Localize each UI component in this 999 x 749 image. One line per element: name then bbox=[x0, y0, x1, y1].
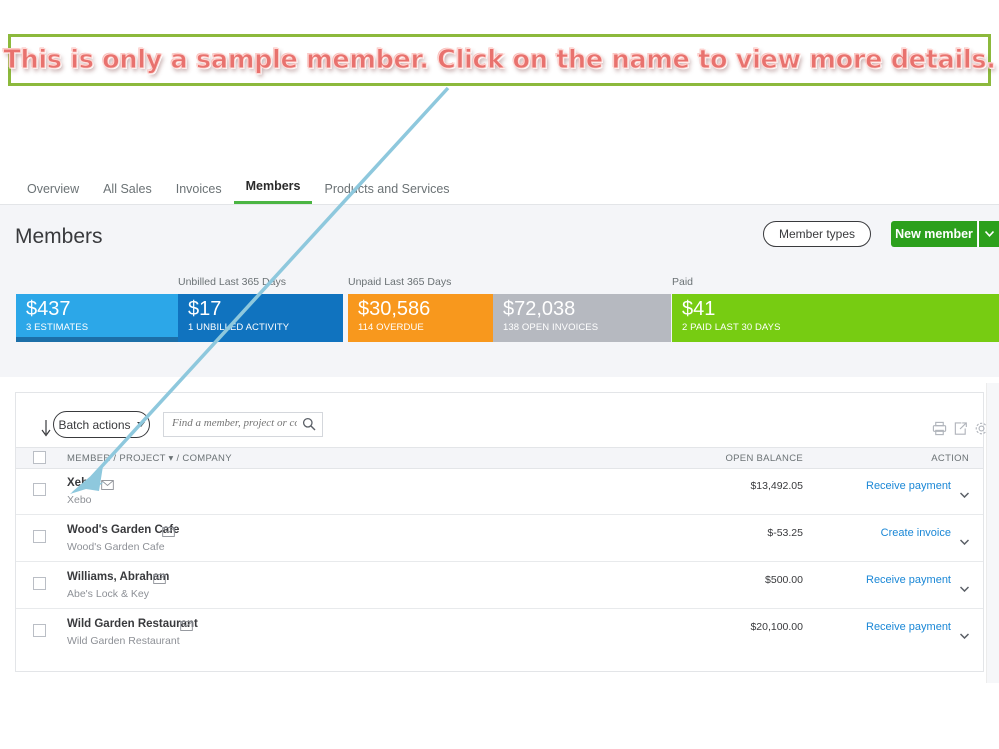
member-company: Abe's Lock & Key bbox=[67, 588, 149, 600]
batch-actions-button[interactable]: Batch actions bbox=[53, 411, 150, 438]
tab-products-and-services[interactable]: Products and Services bbox=[312, 182, 461, 204]
chevron-down-icon bbox=[984, 228, 994, 240]
tab-invoices[interactable]: Invoices bbox=[164, 182, 234, 204]
chevron-down-icon bbox=[136, 422, 145, 427]
moneybar-subtitle: 1 UNBILLED ACTIVITY bbox=[188, 322, 290, 333]
vertical-scrollbar[interactable] bbox=[986, 383, 999, 683]
table-row[interactable]: Wood's Garden Cafe Wood's Garden Cafe $-… bbox=[16, 515, 983, 562]
moneybar-amount: $17 bbox=[188, 298, 222, 320]
search-box[interactable] bbox=[163, 412, 323, 437]
column-header-member[interactable]: MEMBER / PROJECT ▾ / COMPANY bbox=[67, 453, 232, 464]
batch-actions-label: Batch actions bbox=[58, 417, 131, 432]
row-action-link[interactable]: Receive payment bbox=[866, 480, 951, 492]
member-name-link[interactable]: Wild Garden Restaurant bbox=[67, 618, 198, 630]
print-icon[interactable] bbox=[932, 421, 947, 441]
new-member-button[interactable]: New member bbox=[891, 221, 977, 247]
moneybar-segment-overdue[interactable]: $30,586 114 OVERDUE bbox=[348, 294, 493, 342]
member-open-balance: $-53.25 bbox=[767, 527, 803, 539]
table-row[interactable]: Wild Garden Restaurant Wild Garden Resta… bbox=[16, 609, 983, 656]
tab-all-sales[interactable]: All Sales bbox=[91, 182, 164, 204]
moneybar-amount: $30,586 bbox=[358, 298, 431, 320]
email-icon[interactable] bbox=[101, 477, 114, 495]
table-row[interactable]: Williams, Abraham Abe's Lock & Key $500.… bbox=[16, 562, 983, 609]
moneybar-segment-paid[interactable]: $41 2 PAID LAST 30 DAYS bbox=[672, 294, 999, 342]
member-open-balance: $20,100.00 bbox=[750, 621, 803, 633]
row-select-checkbox[interactable] bbox=[33, 577, 46, 590]
column-header-action: ACTION bbox=[931, 453, 969, 464]
moneybar-subtitle: 138 OPEN INVOICES bbox=[503, 322, 599, 333]
moneybar-segment-open-invoices[interactable]: $72,038 138 OPEN INVOICES bbox=[493, 294, 671, 342]
moneybar-segment-estimates[interactable]: $437 3 ESTIMATES bbox=[16, 294, 178, 342]
page-title: Members bbox=[15, 225, 103, 248]
moneybar-amount: $72,038 bbox=[503, 298, 576, 320]
select-all-checkbox[interactable] bbox=[33, 451, 46, 464]
annotation-banner: This is only a sample member. Click on t… bbox=[3, 34, 996, 86]
row-action-link[interactable]: Receive payment bbox=[866, 621, 951, 633]
table-header-row: MEMBER / PROJECT ▾ / COMPANY OPEN BALANC… bbox=[16, 447, 983, 469]
email-icon[interactable] bbox=[180, 618, 193, 636]
row-action-link[interactable]: Receive payment bbox=[866, 574, 951, 586]
chevron-down-icon[interactable] bbox=[959, 532, 970, 550]
moneybar-label-paid: Paid bbox=[672, 276, 694, 288]
moneybar-subtitle: 3 ESTIMATES bbox=[26, 322, 89, 333]
tab-overview[interactable]: Overview bbox=[15, 182, 91, 204]
member-open-balance: $13,492.05 bbox=[750, 480, 803, 492]
moneybar-amount: $41 bbox=[682, 298, 716, 320]
primary-nav-tabs: Overview All Sales Invoices Members Prod… bbox=[0, 172, 999, 204]
member-types-button[interactable]: Member types bbox=[763, 221, 871, 247]
row-select-checkbox[interactable] bbox=[33, 530, 46, 543]
export-icon[interactable] bbox=[953, 421, 968, 441]
sort-down-icon[interactable] bbox=[37, 418, 53, 440]
annotation-text: This is only a sample member. Click on t… bbox=[3, 45, 996, 76]
chevron-down-icon[interactable] bbox=[959, 485, 970, 503]
chevron-down-icon[interactable] bbox=[959, 626, 970, 644]
moneybar-amount: $437 bbox=[26, 298, 71, 320]
chevron-down-icon[interactable] bbox=[959, 579, 970, 597]
email-icon[interactable] bbox=[153, 571, 166, 589]
moneybar-segment-unbilled-activity[interactable]: $17 1 UNBILLED ACTIVITY bbox=[178, 294, 343, 342]
member-company: Wood's Garden Cafe bbox=[67, 541, 165, 553]
member-company: Wild Garden Restaurant bbox=[67, 635, 180, 647]
moneybar-underline bbox=[16, 337, 178, 342]
search-icon[interactable] bbox=[302, 417, 316, 436]
table-row[interactable]: Xebo Xebo $13,492.05 Receive payment bbox=[16, 468, 983, 515]
column-header-open-balance[interactable]: OPEN BALANCE bbox=[725, 453, 803, 464]
row-select-checkbox[interactable] bbox=[33, 483, 46, 496]
search-input[interactable] bbox=[172, 417, 297, 429]
moneybar-label-unbilled: Unbilled Last 365 Days bbox=[178, 276, 286, 288]
row-action-link[interactable]: Create invoice bbox=[881, 527, 951, 539]
member-open-balance: $500.00 bbox=[765, 574, 803, 586]
row-select-checkbox[interactable] bbox=[33, 624, 46, 637]
moneybar-subtitle: 2 PAID LAST 30 DAYS bbox=[682, 322, 781, 333]
member-company: Xebo bbox=[67, 494, 92, 506]
tab-members[interactable]: Members bbox=[233, 179, 313, 204]
money-bar: Unbilled Last 365 Days Unpaid Last 365 D… bbox=[0, 272, 999, 377]
moneybar-label-unpaid: Unpaid Last 365 Days bbox=[348, 276, 452, 288]
new-member-dropdown-caret[interactable] bbox=[978, 221, 999, 247]
moneybar-subtitle: 114 OVERDUE bbox=[358, 322, 424, 333]
email-icon[interactable] bbox=[162, 524, 175, 542]
member-name-link[interactable]: Xebo bbox=[67, 477, 95, 489]
